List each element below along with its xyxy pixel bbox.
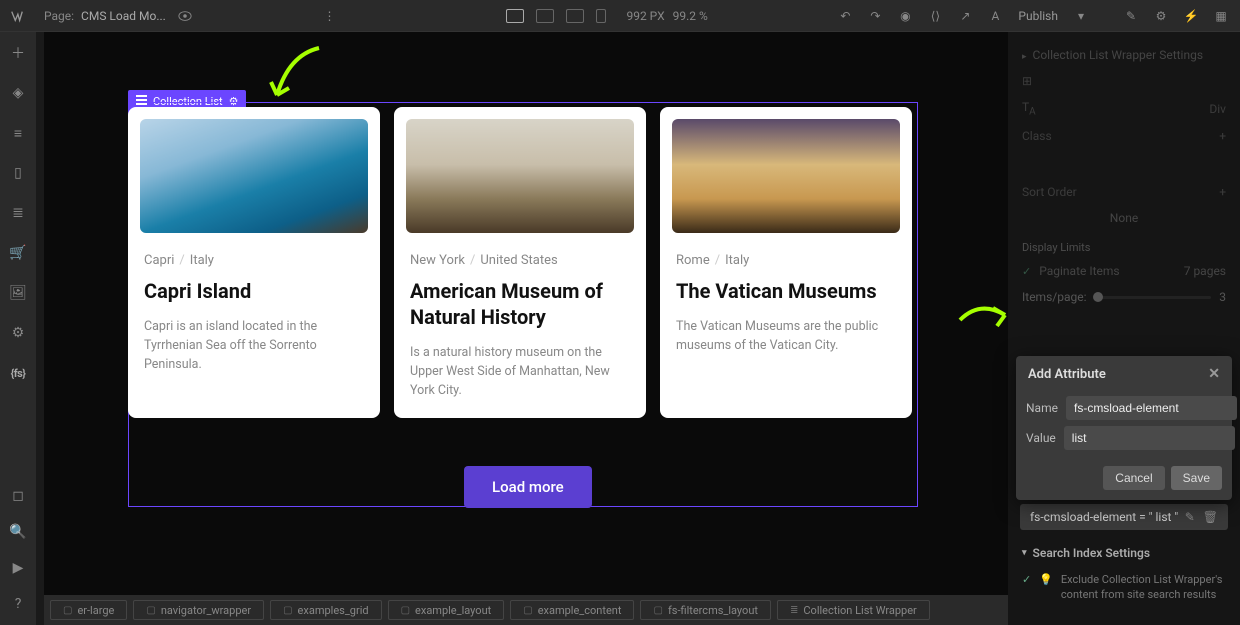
- finsweet-icon[interactable]: {fs}: [9, 364, 27, 382]
- card-title: American Museum of Natural History: [394, 268, 646, 330]
- delete-icon[interactable]: 🗑: [1203, 510, 1218, 524]
- settings-gear-icon[interactable]: ⚙: [1154, 9, 1168, 23]
- breadcrumb-item[interactable]: ▢fs-filtercms_layout: [640, 600, 771, 620]
- right-panel-bottom: ▾ Search Index Settings ✓ 💡 Exclude Coll…: [1008, 540, 1240, 609]
- webflow-logo-icon[interactable]: [10, 9, 24, 23]
- symbols-icon[interactable]: ◈: [9, 84, 27, 102]
- breadcrumb-item[interactable]: ≣Collection List Wrapper: [777, 600, 930, 620]
- card[interactable]: Capri/Italy Capri Island Capri is an isl…: [128, 107, 380, 418]
- card[interactable]: New York/United States American Museum o…: [394, 107, 646, 418]
- card-meta: Capri/Italy: [128, 233, 380, 268]
- edit-icon[interactable]: ✎: [1185, 510, 1195, 524]
- breadcrumb-item[interactable]: ▢example_layout: [388, 600, 505, 620]
- device-desktop-icon[interactable]: [506, 9, 524, 23]
- paginate-row[interactable]: ✓ Paginate Items 7 pages: [1008, 258, 1240, 284]
- tag-row[interactable]: TADiv: [1008, 94, 1240, 123]
- device-mobile-icon[interactable]: [596, 9, 606, 23]
- grid-icon[interactable]: ▦: [1214, 9, 1228, 23]
- cards-row: Capri/Italy Capri Island Capri is an isl…: [128, 107, 912, 418]
- card[interactable]: Rome/Italy The Vatican Museums The Vatic…: [660, 107, 912, 418]
- export-icon[interactable]: ↗: [958, 9, 972, 23]
- cms-icon[interactable]: ≣: [9, 204, 27, 222]
- left-rail: ＋ ◈ ≡ ▯ ≣ 🛒 🖼 ⚙ {fs} ◻ 🔍 ▶ ?: [0, 32, 36, 625]
- cancel-button[interactable]: Cancel: [1103, 466, 1164, 490]
- comments-icon[interactable]: ◉: [898, 9, 912, 23]
- pages-icon[interactable]: ▯: [9, 164, 27, 182]
- video-icon[interactable]: ▶: [9, 559, 27, 577]
- breadcrumb: ▢er-large ▢navigator_wrapper ▢examples_g…: [44, 595, 1008, 625]
- chevron-down-icon[interactable]: ▾: [1074, 9, 1088, 23]
- add-attribute-popover: Add Attribute ✕ Name Value Cancel Save: [1016, 356, 1232, 500]
- publish-button[interactable]: Publish: [1018, 9, 1058, 23]
- device-tablet-landscape-icon[interactable]: [566, 9, 584, 23]
- brush-icon[interactable]: ✎: [1124, 9, 1138, 23]
- navigator-icon[interactable]: ≡: [9, 124, 27, 142]
- breadcrumb-item[interactable]: ▢example_content: [510, 600, 634, 620]
- card-desc: Is a natural history museum on the Upper…: [394, 330, 646, 400]
- page-name[interactable]: CMS Load Mo...: [81, 9, 166, 23]
- breadcrumb-item[interactable]: ▢er-large: [50, 600, 127, 620]
- card-meta: New York/United States: [394, 233, 646, 268]
- card-title: The Vatican Museums: [660, 268, 912, 304]
- canvas[interactable]: Collection List ⚙ Capri/Italy Capri Isla…: [44, 32, 1008, 595]
- audit-tool-icon[interactable]: ◻: [9, 487, 27, 505]
- annotation-arrow-1: [259, 40, 329, 110]
- preview-icon[interactable]: [178, 9, 192, 23]
- add-element-icon[interactable]: ＋: [9, 44, 27, 62]
- device-tablet-icon[interactable]: [536, 9, 554, 23]
- menu-dots-icon[interactable]: ⋮: [322, 9, 336, 23]
- sort-none: None: [1008, 205, 1240, 231]
- canvas-zoom[interactable]: 99.2 %: [673, 9, 708, 23]
- assets-icon[interactable]: 🖼: [9, 284, 27, 302]
- attr-value-input[interactable]: [1064, 426, 1235, 450]
- code-icon[interactable]: ⟨⟩: [928, 9, 942, 23]
- popover-title: Add Attribute: [1028, 367, 1106, 382]
- canvas-width[interactable]: 992 PX: [626, 9, 664, 23]
- close-icon[interactable]: ✕: [1208, 366, 1220, 382]
- card-title: Capri Island: [128, 268, 380, 304]
- display-limits-label: Display Limits: [1008, 231, 1240, 258]
- attr-name-input[interactable]: [1066, 396, 1237, 420]
- redo-icon[interactable]: ↷: [868, 9, 882, 23]
- ecommerce-icon[interactable]: 🛒: [9, 244, 27, 262]
- exclude-row[interactable]: ✓ 💡 Exclude Collection List Wrapper's co…: [1022, 566, 1226, 609]
- card-image: [672, 119, 900, 233]
- attr-value-label: Value: [1026, 431, 1056, 445]
- card-image: [140, 119, 368, 233]
- search-icon[interactable]: 🔍: [9, 523, 27, 541]
- card-meta: Rome/Italy: [660, 233, 912, 268]
- attribute-pill[interactable]: fs-cmsload-element = " list " ✎ 🗑: [1020, 504, 1228, 530]
- items-per-page-row[interactable]: Items/page: 3: [1008, 284, 1240, 310]
- card-desc: Capri is an island located in the Tyrrhe…: [128, 304, 380, 374]
- load-more-button[interactable]: Load more: [464, 466, 592, 508]
- breadcrumb-item[interactable]: ▢navigator_wrapper: [133, 600, 264, 620]
- search-index-header[interactable]: ▾ Search Index Settings: [1022, 540, 1226, 566]
- right-panel: ▸Collection List Wrapper Settings ⊞ TADi…: [1008, 32, 1240, 625]
- audit-icon[interactable]: A: [988, 9, 1002, 23]
- undo-icon[interactable]: ↶: [838, 9, 852, 23]
- class-row[interactable]: Class+: [1008, 123, 1240, 149]
- interactions-icon[interactable]: ⚡: [1184, 9, 1198, 23]
- attr-name-label: Name: [1026, 401, 1058, 415]
- page-label: Page: CMS Load Mo...: [44, 9, 166, 23]
- help-icon[interactable]: ?: [9, 595, 27, 613]
- breadcrumb-item[interactable]: ▢examples_grid: [270, 600, 381, 620]
- card-desc: The Vatican Museums are the public museu…: [660, 304, 912, 356]
- card-image: [406, 119, 634, 233]
- sort-order-row[interactable]: Sort Order+: [1008, 179, 1240, 205]
- settings-icon[interactable]: ⚙: [9, 324, 27, 342]
- id-row[interactable]: ⊞: [1008, 68, 1240, 94]
- top-bar: Page: CMS Load Mo... ⋮ 992 PX 99.2 % ↶ ↷…: [0, 0, 1240, 32]
- save-button[interactable]: Save: [1171, 466, 1222, 490]
- panel-header: ▸Collection List Wrapper Settings: [1008, 42, 1240, 68]
